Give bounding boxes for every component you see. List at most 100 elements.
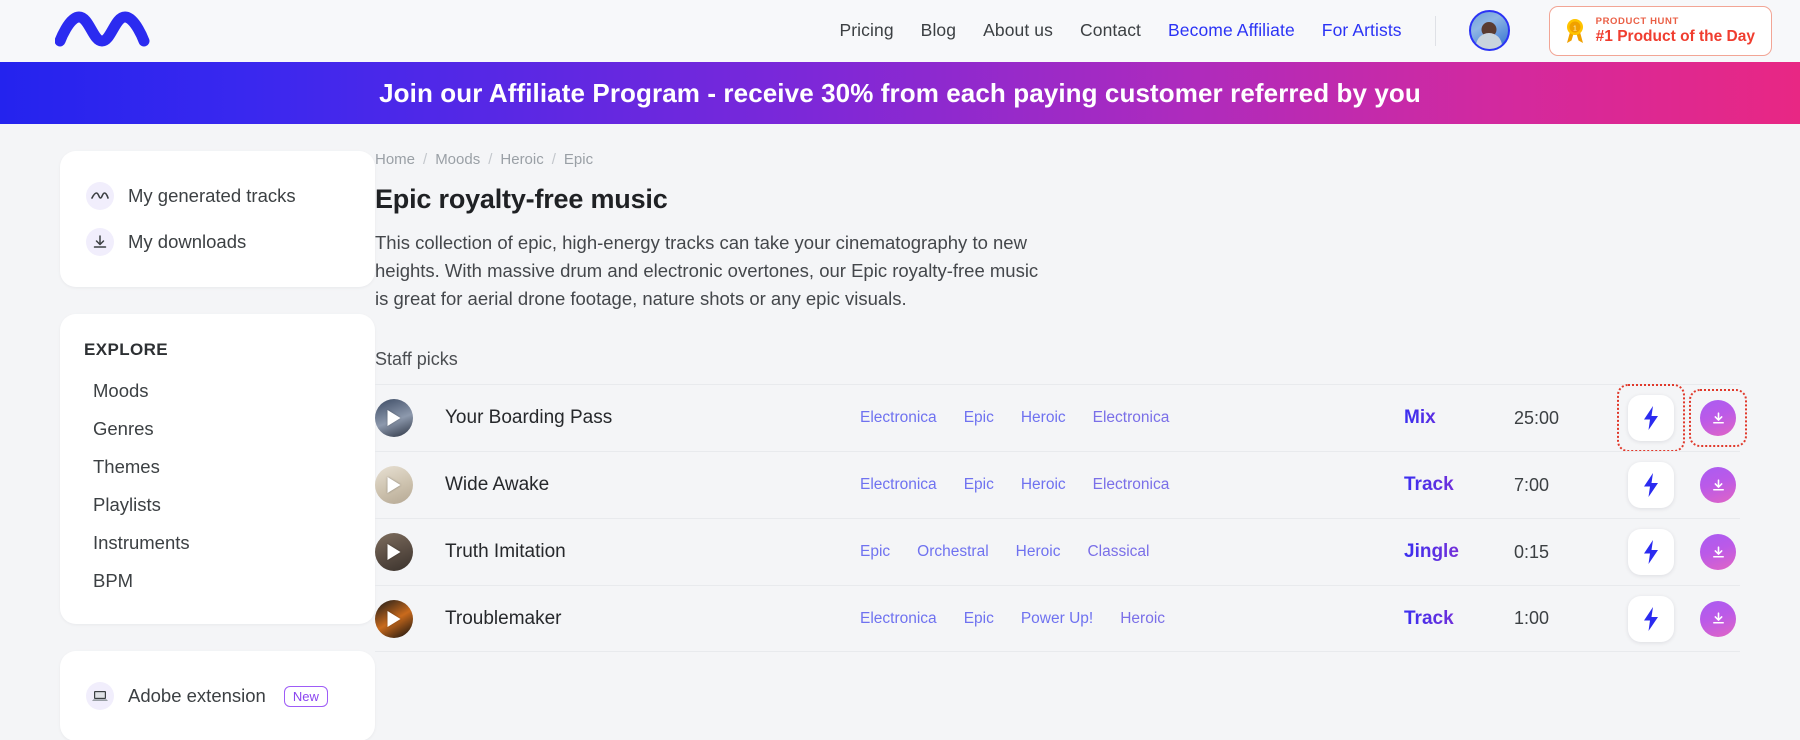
track-tag[interactable]: Heroic xyxy=(1016,543,1061,561)
track-tag[interactable]: Electronica xyxy=(1093,409,1170,427)
track-tag[interactable]: Classical xyxy=(1087,543,1149,561)
wave-logo-icon[interactable] xyxy=(55,9,155,53)
page-description: This collection of epic, high-energy tra… xyxy=(375,229,1047,313)
download-button[interactable] xyxy=(1700,467,1736,503)
breadcrumb-separator: / xyxy=(552,151,556,168)
track-actions xyxy=(1624,458,1740,512)
sidebar-item-genres[interactable]: Genres xyxy=(60,410,375,448)
bolt-wrap xyxy=(1624,458,1678,512)
download-button[interactable] xyxy=(1700,601,1736,637)
avatar[interactable] xyxy=(1469,10,1510,51)
sidebar: My generated tracks My downloads EXPLORE… xyxy=(0,151,375,740)
lightning-bolt-button[interactable] xyxy=(1628,462,1674,508)
breadcrumb-item-epic[interactable]: Epic xyxy=(564,151,593,168)
breadcrumb-item-home[interactable]: Home xyxy=(375,151,415,168)
sidebar-item-label: My generated tracks xyxy=(128,185,296,207)
sidebar-card-explore: EXPLORE Moods Genres Themes Playlists In… xyxy=(60,314,375,624)
track-tag[interactable]: Power Up! xyxy=(1021,610,1093,628)
sidebar-item-moods[interactable]: Moods xyxy=(60,372,375,410)
download-icon xyxy=(86,228,114,256)
nav-link-become-affiliate[interactable]: Become Affiliate xyxy=(1168,20,1295,41)
track-thumbnail[interactable] xyxy=(375,533,413,571)
breadcrumb-item-heroic[interactable]: Heroic xyxy=(500,151,543,168)
sidebar-item-adobe-extension[interactable]: Adobe extension New xyxy=(60,673,375,719)
track-tag[interactable]: Epic xyxy=(964,476,994,494)
download-circle-icon xyxy=(1710,544,1727,561)
table-row[interactable]: Truth Imitation Epic Orchestral Heroic C… xyxy=(375,518,1740,585)
nav-link-for-artists[interactable]: For Artists xyxy=(1322,20,1402,41)
nav-divider xyxy=(1435,16,1436,46)
nav-link-blog[interactable]: Blog xyxy=(921,20,956,41)
bolt-highlight xyxy=(1624,391,1678,445)
track-tag[interactable]: Electronica xyxy=(1093,476,1170,494)
sidebar-item-instruments[interactable]: Instruments xyxy=(60,524,375,562)
track-actions xyxy=(1624,592,1740,646)
nav-link-pricing[interactable]: Pricing xyxy=(839,20,893,41)
download-wrap xyxy=(1696,597,1740,641)
lightning-bolt-icon xyxy=(1641,539,1661,565)
sidebar-item-themes[interactable]: Themes xyxy=(60,448,375,486)
site-header: Pricing Blog About us Contact Become Aff… xyxy=(0,0,1800,62)
table-row[interactable]: Wide Awake Electronica Epic Heroic Elect… xyxy=(375,451,1740,518)
sidebar-item-bpm[interactable]: BPM xyxy=(60,562,375,600)
laptop-icon xyxy=(86,682,114,710)
play-icon xyxy=(388,410,401,426)
affiliate-banner-text: Join our Affiliate Program - receive 30%… xyxy=(379,78,1421,109)
download-wrap xyxy=(1696,530,1740,574)
play-icon xyxy=(388,611,401,627)
track-thumbnail[interactable] xyxy=(375,399,413,437)
affiliate-banner[interactable]: Join our Affiliate Program - receive 30%… xyxy=(0,62,1800,124)
product-hunt-badge[interactable]: 1 PRODUCT HUNT #1 Product of the Day xyxy=(1549,6,1772,57)
section-label-staff-picks: Staff picks xyxy=(375,313,1740,384)
track-type: Jingle xyxy=(1404,541,1514,563)
lightning-bolt-button[interactable] xyxy=(1628,596,1674,642)
download-circle-icon xyxy=(1710,610,1727,627)
track-type: Track xyxy=(1404,474,1514,496)
svg-text:1: 1 xyxy=(1573,25,1577,32)
track-duration: 0:15 xyxy=(1514,542,1624,563)
lightning-bolt-icon xyxy=(1641,606,1661,632)
page-body: My generated tracks My downloads EXPLORE… xyxy=(0,124,1800,740)
lightning-bolt-button[interactable] xyxy=(1628,395,1674,441)
lightning-bolt-icon xyxy=(1641,472,1661,498)
track-tag[interactable]: Epic xyxy=(964,409,994,427)
sidebar-card-quick-links: My generated tracks My downloads xyxy=(60,151,375,287)
track-tags: Electronica Epic Power Up! Heroic xyxy=(860,610,1404,628)
track-tag[interactable]: Heroic xyxy=(1021,409,1066,427)
sidebar-card-extension: Adobe extension New xyxy=(60,651,375,740)
sidebar-item-playlists[interactable]: Playlists xyxy=(60,486,375,524)
download-highlight xyxy=(1696,396,1740,440)
track-thumbnail[interactable] xyxy=(375,466,413,504)
track-tag[interactable]: Electronica xyxy=(860,476,937,494)
nav-link-contact[interactable]: Contact xyxy=(1080,20,1141,41)
track-thumbnail[interactable] xyxy=(375,600,413,638)
sidebar-item-label: Adobe extension xyxy=(128,685,266,707)
medal-icon: 1 xyxy=(1563,18,1587,44)
track-actions xyxy=(1624,525,1740,579)
sidebar-item-label: My downloads xyxy=(128,231,246,253)
track-tags: Electronica Epic Heroic Electronica xyxy=(860,409,1404,427)
page-title: Epic royalty-free music xyxy=(375,184,1740,229)
breadcrumb-item-moods[interactable]: Moods xyxy=(435,151,480,168)
sidebar-item-my-downloads[interactable]: My downloads xyxy=(60,219,375,265)
track-tag[interactable]: Electronica xyxy=(860,409,937,427)
lightning-bolt-button[interactable] xyxy=(1628,529,1674,575)
play-icon xyxy=(388,544,401,560)
track-actions xyxy=(1624,391,1740,445)
bolt-wrap xyxy=(1624,592,1678,646)
sidebar-item-my-generated-tracks[interactable]: My generated tracks xyxy=(60,173,375,219)
download-button[interactable] xyxy=(1700,534,1736,570)
track-tag[interactable]: Epic xyxy=(860,543,890,561)
track-tags: Electronica Epic Heroic Electronica xyxy=(860,476,1404,494)
track-tag[interactable]: Epic xyxy=(964,610,994,628)
table-row[interactable]: Troublemaker Electronica Epic Power Up! … xyxy=(375,585,1740,652)
new-badge: New xyxy=(284,686,328,707)
track-tag[interactable]: Heroic xyxy=(1120,610,1165,628)
track-tag[interactable]: Orchestral xyxy=(917,543,989,561)
product-hunt-title: #1 Product of the Day xyxy=(1596,27,1755,46)
nav-link-about-us[interactable]: About us xyxy=(983,20,1053,41)
download-button[interactable] xyxy=(1700,400,1736,436)
table-row[interactable]: Your Boarding Pass Electronica Epic Hero… xyxy=(375,384,1740,451)
track-tag[interactable]: Heroic xyxy=(1021,476,1066,494)
track-tag[interactable]: Electronica xyxy=(860,610,937,628)
